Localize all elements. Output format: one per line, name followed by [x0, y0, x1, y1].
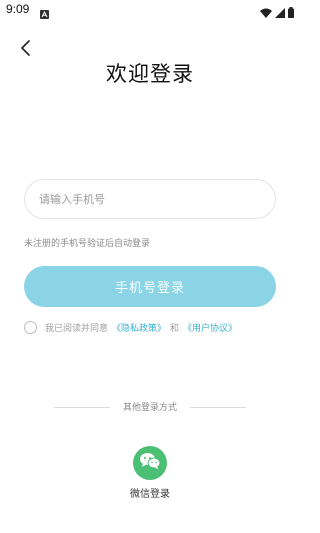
phone-input-container — [24, 179, 276, 219]
phone-input[interactable] — [25, 180, 275, 218]
wechat-login-label: 微信登录 — [130, 489, 170, 500]
a-notification-icon — [40, 4, 49, 19]
battery-icon — [288, 3, 294, 22]
privacy-policy-link[interactable]: 《隐私政策》 — [112, 321, 166, 334]
chevron-left-icon — [20, 40, 32, 60]
agree-checkbox[interactable] — [24, 320, 37, 334]
wifi-icon — [260, 3, 272, 22]
page-title: 欢迎登录 — [106, 62, 194, 86]
agreement-row: 我已阅读并同意 《隐私政策》 和 《用户协议》 — [24, 319, 237, 335]
other-login-label: 其他登录方式 — [122, 403, 177, 413]
status-icons — [260, 3, 294, 22]
agreement-prefix: 我已阅读并同意 — [45, 323, 109, 334]
divider-line-right — [190, 407, 246, 408]
other-login-divider: 其他登录方式 — [0, 400, 300, 414]
phone-login-button[interactable]: 手机号登录 — [24, 266, 276, 307]
signal-icon — [275, 3, 285, 22]
auto-register-hint: 未注册的手机号验证后自动登录 — [24, 239, 151, 249]
agreement-and: 和 — [170, 323, 180, 334]
user-agreement-link[interactable]: 《用户协议》 — [183, 321, 237, 334]
wechat-icon — [139, 452, 161, 474]
status-bar: 9:09 — [0, 0, 300, 20]
wechat-login-button[interactable] — [133, 446, 167, 480]
status-time: 9:09 — [6, 2, 30, 16]
